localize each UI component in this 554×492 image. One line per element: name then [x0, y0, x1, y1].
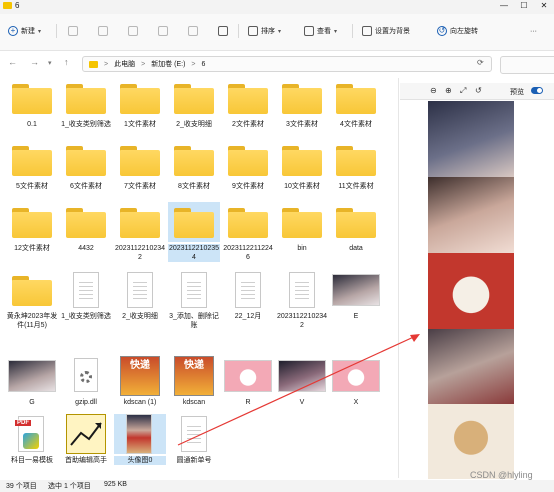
selection-count: 选中 1 个项目 — [48, 483, 91, 490]
arrow-line — [177, 334, 419, 446]
status-bar: 39 个项目 选中 1 个项目 925 KB — [0, 480, 554, 492]
annotation-arrow — [177, 334, 420, 446]
selection-size: 925 KB — [104, 481, 127, 488]
watermark: CSDN @hlyling — [470, 470, 533, 480]
item-count: 39 个项目 — [6, 483, 37, 490]
